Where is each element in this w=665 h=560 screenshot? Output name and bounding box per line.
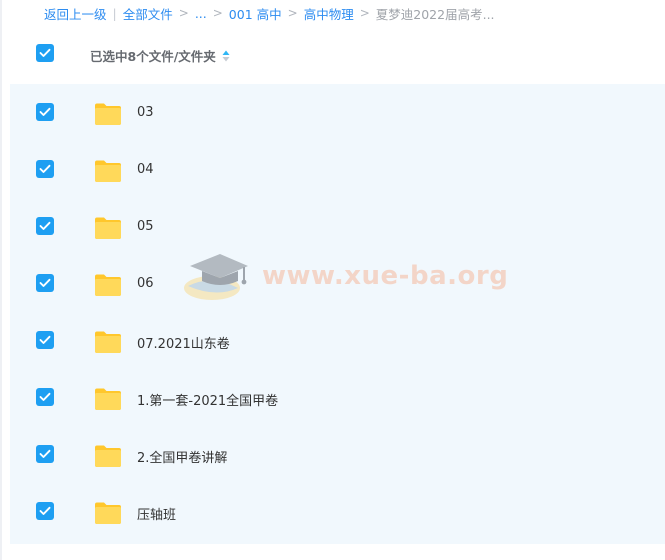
breadcrumb-level2[interactable]: 高中物理 bbox=[304, 4, 354, 23]
sort-icon[interactable] bbox=[222, 50, 230, 62]
row-checkbox[interactable] bbox=[36, 388, 54, 406]
list-item[interactable]: 03 bbox=[10, 84, 665, 141]
list-item[interactable]: 1.第一套-2021全国甲卷 bbox=[10, 369, 665, 426]
back-link[interactable]: 返回上一级 bbox=[44, 4, 107, 23]
file-name: 04 bbox=[137, 162, 154, 177]
row-checkbox[interactable] bbox=[36, 445, 54, 463]
row-checkbox[interactable] bbox=[36, 274, 54, 292]
chevron-right-icon: > bbox=[178, 6, 189, 20]
check-icon bbox=[39, 506, 51, 515]
list-item[interactable]: 2.全国甲卷讲解 bbox=[10, 426, 665, 483]
row-checkbox[interactable] bbox=[36, 502, 54, 520]
file-list: 03 04 05 06 07.2021山东卷 1.第一套-2021全国甲卷 2.… bbox=[10, 84, 665, 544]
folder-icon bbox=[95, 274, 121, 296]
check-icon bbox=[39, 164, 51, 173]
list-item[interactable]: 05 bbox=[10, 198, 665, 255]
chevron-right-icon: > bbox=[287, 6, 298, 20]
chevron-right-icon: > bbox=[359, 6, 370, 20]
breadcrumb-divider: | bbox=[112, 5, 117, 21]
breadcrumb-ellipsis[interactable]: ... bbox=[195, 6, 207, 21]
breadcrumb: 返回上一级 | 全部文件 > ... > 001 高中 > 高中物理 > 夏梦迪… bbox=[44, 4, 495, 22]
row-checkbox[interactable] bbox=[36, 217, 54, 235]
file-name: 06 bbox=[137, 276, 154, 291]
row-checkbox[interactable] bbox=[36, 160, 54, 178]
check-icon bbox=[39, 221, 51, 230]
check-icon bbox=[39, 449, 51, 458]
file-name: 1.第一套-2021全国甲卷 bbox=[137, 394, 279, 409]
file-name: 压轴班 bbox=[137, 508, 177, 523]
file-name: 05 bbox=[137, 219, 154, 234]
folder-icon bbox=[95, 160, 121, 182]
check-icon bbox=[39, 335, 51, 344]
folder-icon bbox=[95, 502, 121, 524]
left-border bbox=[0, 0, 2, 560]
check-icon bbox=[39, 278, 51, 287]
row-checkbox[interactable] bbox=[36, 331, 54, 349]
breadcrumb-all-files[interactable]: 全部文件 bbox=[123, 4, 173, 23]
folder-icon bbox=[95, 445, 121, 467]
folder-icon bbox=[95, 103, 121, 125]
list-item[interactable]: 04 bbox=[10, 141, 665, 198]
check-icon bbox=[39, 48, 51, 57]
list-item[interactable]: 07.2021山东卷 bbox=[10, 312, 665, 369]
list-header: 已选中8个文件/文件夹 bbox=[0, 36, 665, 74]
file-browser: 返回上一级 | 全部文件 > ... > 001 高中 > 高中物理 > 夏梦迪… bbox=[0, 0, 665, 560]
file-name: 07.2021山东卷 bbox=[137, 337, 230, 352]
breadcrumb-level1[interactable]: 001 高中 bbox=[229, 4, 282, 23]
file-name: 03 bbox=[137, 105, 154, 120]
check-icon bbox=[39, 107, 51, 116]
breadcrumb-current: 夏梦迪2022届高考... bbox=[375, 6, 495, 22]
chevron-right-icon: > bbox=[212, 6, 223, 20]
check-icon bbox=[39, 392, 51, 401]
list-item[interactable]: 压轴班 bbox=[10, 483, 665, 540]
selection-count-text: 已选中8个文件/文件夹 bbox=[90, 49, 216, 64]
file-name: 2.全国甲卷讲解 bbox=[137, 451, 228, 466]
folder-icon bbox=[95, 388, 121, 410]
folder-icon bbox=[95, 217, 121, 239]
row-checkbox[interactable] bbox=[36, 103, 54, 121]
selection-status: 已选中8个文件/文件夹 bbox=[90, 46, 230, 65]
folder-icon bbox=[95, 331, 121, 353]
list-item[interactable]: 06 bbox=[10, 255, 665, 312]
select-all-checkbox[interactable] bbox=[36, 44, 54, 62]
